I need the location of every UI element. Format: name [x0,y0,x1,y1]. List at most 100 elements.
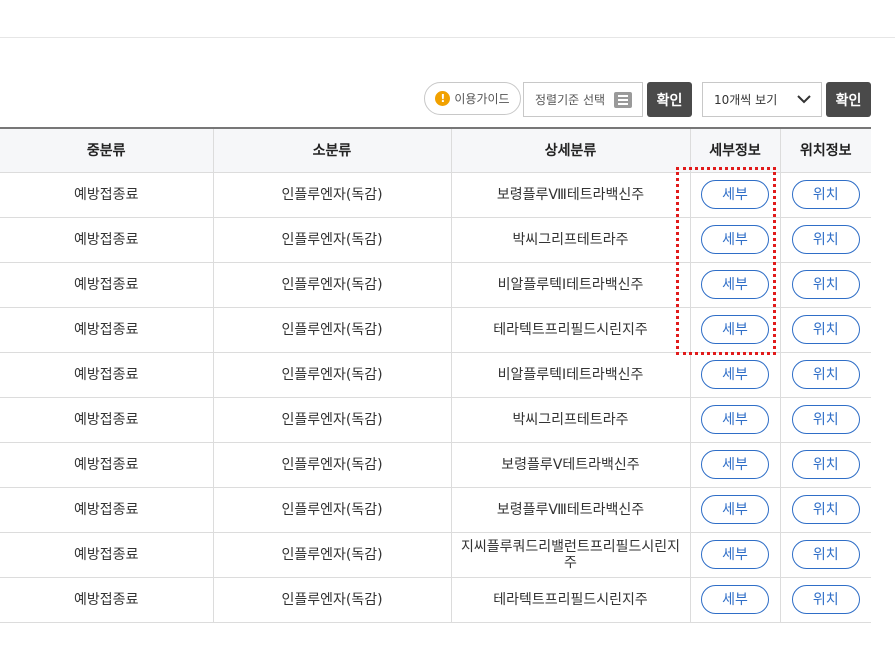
cell-mid-category: 예방접종료 [0,262,213,308]
location-button[interactable]: 위치 [791,495,860,524]
cell-location-info: 위치 [779,487,871,533]
detail-button[interactable]: 세부 [701,450,769,479]
cell-mid-category: 예방접종료 [0,442,213,488]
cell-location-info: 위치 [779,172,871,218]
detail-button[interactable]: 세부 [701,270,769,299]
cell-detail-category: 비알플루텍I테트라백신주 [450,352,690,398]
cell-detail-info: 세부 [689,352,780,398]
location-button[interactable]: 위치 [791,270,860,299]
header-sub-category: 소분류 [212,127,451,173]
cell-mid-category: 예방접종료 [0,352,213,398]
table-row: 예방접종료 인플루엔자(독감) 지씨플루쿼드리밸런트프리필드시린지주 세부 위치 [0,532,871,578]
table-row: 예방접종료 인플루엔자(독감) 테라텍트프리필드시린지주 세부 위치 [0,307,871,353]
cell-mid-category: 예방접종료 [0,487,213,533]
cell-location-info: 위치 [779,352,871,398]
cell-detail-category: 보령플루Ⅷ테트라백신주 [450,487,690,533]
table-row: 예방접종료 인플루엔자(독감) 비알플루텍I테트라백신주 세부 위치 [0,262,871,308]
cell-detail-category: 테라텍트프리필드시린지주 [450,307,690,353]
cell-sub-category: 인플루엔자(독감) [212,172,451,218]
cell-detail-info: 세부 [689,487,780,533]
cell-detail-info: 세부 [689,172,780,218]
header-mid-category: 중분류 [0,127,213,173]
cell-detail-category: 지씨플루쿼드리밸런트프리필드시린지주 [450,532,690,578]
cell-location-info: 위치 [779,442,871,488]
cell-detail-info: 세부 [689,397,780,443]
header-location-info: 위치정보 [779,127,871,173]
cell-location-info: 위치 [779,397,871,443]
usage-guide-label: 이용가이드 [454,92,510,106]
cell-sub-category: 인플루엔자(독감) [212,532,451,578]
list-icon [614,92,632,108]
cell-location-info: 위치 [779,217,871,263]
cell-mid-category: 예방접종료 [0,172,213,218]
cell-location-info: 위치 [779,262,871,308]
results-table: 중분류 소분류 상세분류 세부정보 위치정보 예방접종료 인플루엔자(독감) 보령플… [0,127,871,623]
cell-detail-info: 세부 [689,577,780,623]
per-page-select[interactable]: 10개씩 보기 [702,82,822,117]
header-detail-info: 세부정보 [689,127,780,173]
table-row: 예방접종료 인플루엔자(독감) 비알플루텍I테트라백신주 세부 위치 [0,352,871,398]
detail-button[interactable]: 세부 [701,225,769,254]
detail-button[interactable]: 세부 [701,585,769,614]
chevron-down-icon [797,95,811,104]
cell-detail-info: 세부 [689,532,780,578]
cell-detail-category: 보령플루Ⅷ테트라백신주 [450,172,690,218]
cell-mid-category: 예방접종료 [0,397,213,443]
cell-sub-category: 인플루엔자(독감) [212,217,451,263]
cell-detail-info: 세부 [689,262,780,308]
toolbar: ! 이용가이드 정렬기준 선택 확인 10개씩 보기 확인 [0,82,895,117]
cell-sub-category: 인플루엔자(독감) [212,577,451,623]
header-detail-category: 상세분류 [450,127,690,173]
cell-sub-category: 인플루엔자(독감) [212,442,451,488]
cell-mid-category: 예방접종료 [0,577,213,623]
top-divider [0,37,895,38]
cell-detail-info: 세부 [689,442,780,488]
cell-sub-category: 인플루엔자(독감) [212,262,451,308]
table-row: 예방접종료 인플루엔자(독감) 보령플루Ⅴ테트라백신주 세부 위치 [0,442,871,488]
cell-detail-info: 세부 [689,217,780,263]
cell-location-info: 위치 [779,577,871,623]
table-row: 예방접종료 인플루엔자(독감) 박씨그리프테트라주 세부 위치 [0,397,871,443]
detail-button[interactable]: 세부 [701,540,769,569]
cell-detail-info: 세부 [689,307,780,353]
location-button[interactable]: 위치 [791,225,860,254]
cell-detail-category: 보령플루Ⅴ테트라백신주 [450,442,690,488]
detail-button[interactable]: 세부 [701,495,769,524]
cell-mid-category: 예방접종료 [0,307,213,353]
sort-select[interactable]: 정렬기준 선택 [523,82,643,117]
location-button[interactable]: 위치 [791,405,860,434]
table-row: 예방접종료 인플루엔자(독감) 박씨그리프테트라주 세부 위치 [0,217,871,263]
sort-select-placeholder: 정렬기준 선택 [535,93,606,107]
cell-detail-category: 박씨그리프테트라주 [450,217,690,263]
per-page-value: 10개씩 보기 [714,93,778,107]
location-button[interactable]: 위치 [791,315,860,344]
cell-location-info: 위치 [779,532,871,578]
cell-sub-category: 인플루엔자(독감) [212,487,451,533]
cell-detail-category: 박씨그리프테트라주 [450,397,690,443]
usage-guide-button[interactable]: ! 이용가이드 [424,82,521,115]
per-page-confirm-button[interactable]: 확인 [826,82,871,117]
cell-sub-category: 인플루엔자(독감) [212,307,451,353]
cell-sub-category: 인플루엔자(독감) [212,397,451,443]
location-button[interactable]: 위치 [791,180,860,209]
table-row: 예방접종료 인플루엔자(독감) 보령플루Ⅷ테트라백신주 세부 위치 [0,172,871,218]
detail-button[interactable]: 세부 [701,315,769,344]
page: ! 이용가이드 정렬기준 선택 확인 10개씩 보기 확인 중분류 소분류 상세… [0,0,895,649]
detail-button[interactable]: 세부 [701,360,769,389]
detail-button[interactable]: 세부 [701,405,769,434]
cell-mid-category: 예방접종료 [0,532,213,578]
location-button[interactable]: 위치 [791,540,860,569]
cell-location-info: 위치 [779,307,871,353]
location-button[interactable]: 위치 [791,585,860,614]
cell-mid-category: 예방접종료 [0,217,213,263]
detail-button[interactable]: 세부 [701,180,769,209]
location-button[interactable]: 위치 [791,450,860,479]
cell-sub-category: 인플루엔자(독감) [212,352,451,398]
cell-detail-category: 테라텍트프리필드시린지주 [450,577,690,623]
table-row: 예방접종료 인플루엔자(독감) 보령플루Ⅷ테트라백신주 세부 위치 [0,487,871,533]
sort-confirm-button[interactable]: 확인 [647,82,692,117]
location-button[interactable]: 위치 [791,360,860,389]
cell-detail-category: 비알플루텍I테트라백신주 [450,262,690,308]
table-header-row: 중분류 소분류 상세분류 세부정보 위치정보 [0,127,871,173]
warning-icon: ! [435,91,451,106]
